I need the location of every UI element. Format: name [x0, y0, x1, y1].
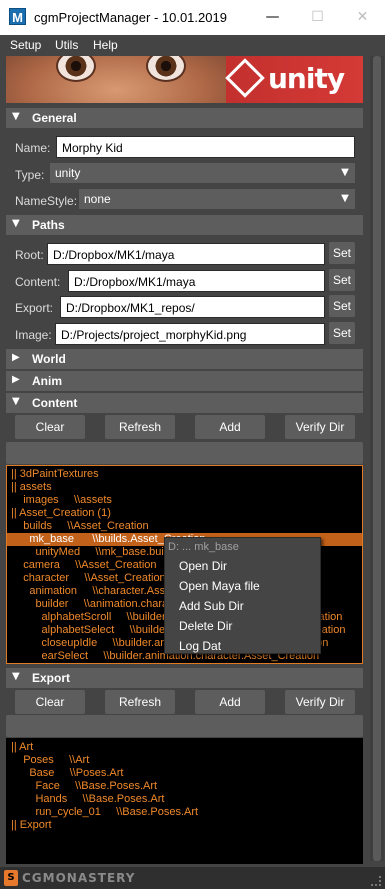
root-label: Root: — [15, 248, 44, 262]
expand-arrow-icon: ▶ — [12, 374, 20, 385]
menu-bar: Setup Utils Help — [0, 35, 385, 55]
namestyle-label: NameStyle: — [15, 194, 78, 208]
resize-grip-icon[interactable] — [371, 876, 381, 886]
context-menu: D: ... mk_base Open Dir Open Maya file A… — [164, 537, 321, 654]
menu-item-log-dat[interactable]: Log Dat — [179, 639, 221, 653]
footer-brand-text: CGMONASTERY — [22, 871, 136, 885]
cgmonastery-logo-icon: S — [4, 870, 18, 886]
window-title-bar: M cgmProjectManager - 10.01.2019 — ☐ ✕ — [0, 0, 385, 35]
tree-row[interactable]: images \\assets — [7, 494, 362, 507]
tree-row[interactable]: Base \\Poses.Art — [7, 767, 362, 780]
menu-item-open-dir[interactable]: Open Dir — [179, 559, 227, 573]
image-path-label: Image: — [15, 328, 52, 342]
tree-row[interactable]: Hands \\Base.Poses.Art — [7, 793, 362, 806]
scrollbar-thumb[interactable] — [373, 56, 381, 861]
unity-logo-icon — [225, 58, 265, 98]
section-header-paths[interactable]: ▼ Paths — [6, 215, 363, 235]
content-refresh-button[interactable]: Refresh — [105, 415, 175, 439]
section-title: Export — [32, 671, 71, 685]
root-path-field[interactable]: D:/Dropbox/MK1/maya — [47, 243, 325, 265]
collapse-arrow-icon: ▼ — [12, 396, 20, 407]
type-dropdown[interactable]: unity ▼ — [50, 163, 355, 183]
tree-row[interactable]: Poses \\Art — [7, 754, 362, 767]
chevron-down-icon: ▼ — [335, 163, 355, 183]
section-title: Paths — [32, 218, 65, 232]
collapse-arrow-icon: ▼ — [12, 111, 20, 122]
export-path-label: Export: — [15, 301, 54, 315]
export-directory-list[interactable]: || Art Poses \\Art Base \\Poses.Art Face… — [6, 738, 363, 864]
content-verify-dir-button[interactable]: Verify Dir — [285, 415, 355, 439]
section-header-general[interactable]: ▼ General — [6, 108, 363, 128]
section-title: General — [32, 111, 77, 125]
image-path-field[interactable]: D:/Projects/project_morphyKid.png — [55, 323, 325, 345]
export-verify-dir-button[interactable]: Verify Dir — [285, 690, 355, 714]
name-field[interactable]: Morphy Kid — [56, 136, 355, 158]
section-header-anim[interactable]: ▶ Anim — [6, 371, 363, 391]
type-dropdown-value: unity — [55, 166, 81, 180]
menu-utils[interactable]: Utils — [55, 38, 78, 52]
character-face-image — [6, 56, 226, 103]
character-right-eye — [146, 56, 186, 82]
namestyle-dropdown-value: none — [84, 192, 111, 206]
set-export-button[interactable]: Set — [329, 295, 355, 317]
tree-row[interactable]: || Export — [7, 819, 362, 832]
menu-setup[interactable]: Setup — [10, 38, 41, 52]
set-image-button[interactable]: Set — [329, 322, 355, 344]
character-left-eye — [56, 56, 96, 82]
content-search-input[interactable] — [6, 442, 363, 464]
collapse-arrow-icon: ▼ — [12, 671, 20, 682]
tree-row[interactable]: || Art — [7, 741, 362, 754]
content-path-label: Content: — [15, 275, 61, 289]
set-content-button[interactable]: Set — [329, 269, 355, 291]
export-refresh-button[interactable]: Refresh — [105, 690, 175, 714]
set-root-button[interactable]: Set — [329, 242, 355, 264]
maya-app-icon: M — [9, 8, 26, 25]
context-menu-title: D: ... mk_base — [168, 541, 239, 553]
content-path-field[interactable]: D:/Dropbox/MK1/maya — [68, 270, 325, 292]
chevron-down-icon: ▼ — [335, 189, 355, 209]
menu-item-delete-dir[interactable]: Delete Dir — [179, 619, 232, 633]
section-title: Anim — [32, 374, 62, 388]
content-clear-button[interactable]: Clear — [15, 415, 85, 439]
namestyle-dropdown[interactable]: none ▼ — [79, 189, 355, 209]
menu-item-add-sub-dir[interactable]: Add Sub Dir — [179, 599, 244, 613]
footer-bar: S CGMONASTERY — [0, 867, 385, 889]
section-title: Content — [32, 396, 78, 410]
expand-arrow-icon: ▶ — [12, 352, 20, 363]
project-banner-image: unity — [6, 56, 363, 103]
export-clear-button[interactable]: Clear — [15, 690, 85, 714]
tree-row[interactable]: Face \\Base.Poses.Art — [7, 780, 362, 793]
window-scrollbar[interactable] — [370, 56, 384, 861]
export-add-button[interactable]: Add — [195, 690, 265, 714]
export-path-field[interactable]: D:/Dropbox/MK1_repos/ — [60, 296, 325, 318]
tree-row[interactable]: || Asset_Creation (1) — [7, 507, 362, 520]
tree-row[interactable]: || 3dPaintTextures — [7, 468, 362, 481]
window-title: cgmProjectManager - 10.01.2019 — [34, 10, 227, 25]
maximize-button[interactable]: ☐ — [295, 0, 340, 35]
close-button[interactable]: ✕ — [340, 0, 385, 35]
type-label: Type: — [15, 168, 45, 182]
content-add-button[interactable]: Add — [195, 415, 265, 439]
tree-row[interactable]: run_cycle_01 \\Base.Poses.Art — [7, 806, 362, 819]
tree-row[interactable]: || assets — [7, 481, 362, 494]
minimize-button[interactable]: — — [250, 0, 295, 35]
section-title: World — [32, 352, 66, 366]
section-header-world[interactable]: ▶ World — [6, 349, 363, 369]
menu-item-open-maya-file[interactable]: Open Maya file — [179, 579, 260, 593]
section-header-content[interactable]: ▼ Content — [6, 393, 363, 413]
tree-row[interactable]: builds \\Asset_Creation — [7, 520, 362, 533]
collapse-arrow-icon: ▼ — [12, 218, 20, 229]
export-search-input[interactable] — [6, 715, 363, 737]
unity-logo-text: unity — [268, 62, 345, 95]
section-header-export[interactable]: ▼ Export — [6, 668, 363, 688]
name-label: Name: — [15, 141, 51, 155]
menu-help[interactable]: Help — [93, 38, 118, 52]
